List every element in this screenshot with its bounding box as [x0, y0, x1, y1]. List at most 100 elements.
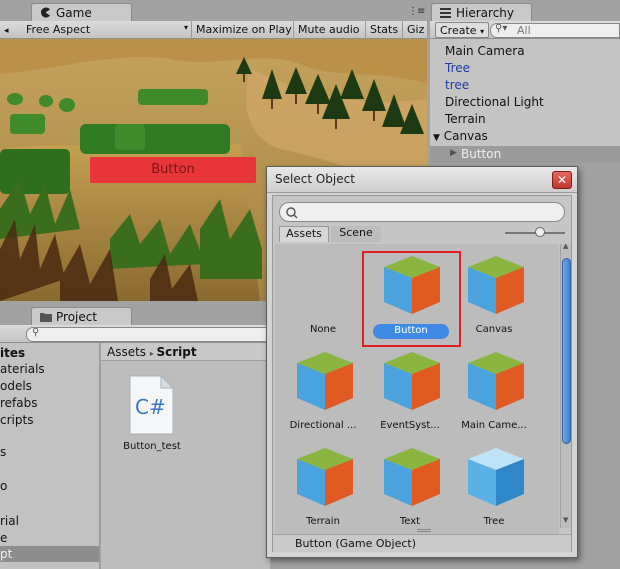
- project-tab-label: Project: [56, 310, 98, 324]
- breadcrumb-assets[interactable]: Assets: [107, 345, 146, 359]
- hierarchy-list: Main Camera Tree tree Directional Light …: [430, 39, 620, 163]
- game-panel-menu-icon[interactable]: ⋮≡: [408, 6, 425, 17]
- icon-size-slider[interactable]: [505, 227, 565, 237]
- asset-file-name: Button_test: [123, 441, 181, 452]
- hierarchy-item-main-camera[interactable]: Main Camera: [445, 44, 525, 58]
- dialog-body: Assets Scene None Button Canvas Directio…: [272, 195, 572, 552]
- hierarchy-item-button-label: Button: [461, 147, 502, 161]
- slider-thumb[interactable]: [535, 227, 545, 237]
- grid-item-label: Terrain: [306, 516, 340, 527]
- hierarchy-search-input[interactable]: ⚲▾ All: [490, 23, 620, 38]
- sidebar-item-script-selected[interactable]: pt: [0, 546, 99, 562]
- gameobject-cube-icon: [297, 448, 353, 506]
- dialog-status-bar: Button (Game Object): [273, 534, 571, 552]
- project-content: Assets ▸ Script C# Button_test: [101, 343, 270, 569]
- grid-item-text[interactable]: Text: [367, 444, 453, 534]
- sidebar-item-folder[interactable]: o: [0, 479, 7, 493]
- selected-object-status: Button (Game Object): [295, 537, 416, 550]
- hierarchy-item-canvas[interactable]: ▼ Canvas: [433, 129, 488, 143]
- stats-toggle[interactable]: Stats: [365, 21, 402, 39]
- create-dropdown[interactable]: Create ▾: [435, 22, 490, 38]
- gameobject-cube-icon: [384, 448, 440, 506]
- hierarchy-tab-label: Hierarchy: [456, 6, 515, 20]
- sidebar-item-materials[interactable]: aterials: [0, 362, 45, 376]
- grid-item-terrain[interactable]: Terrain: [280, 444, 366, 534]
- folder-icon: [40, 311, 52, 322]
- highlight-annotation: [362, 251, 461, 347]
- hierarchy-item-terrain[interactable]: Terrain: [445, 112, 486, 126]
- grid-item-tree[interactable]: Tree: [451, 444, 537, 534]
- triangle-right-icon[interactable]: ▶: [450, 148, 457, 158]
- scrollbar-thumb[interactable]: [562, 258, 571, 444]
- dropdown-arrow-icon: ▾: [183, 23, 188, 32]
- dropdown-arrow-icon: ▾: [480, 27, 485, 36]
- create-dropdown-label: Create: [440, 24, 477, 37]
- scroll-up-icon[interactable]: ▲: [563, 242, 568, 250]
- gameobject-cube-icon: [468, 352, 524, 410]
- project-tab[interactable]: Project: [31, 307, 132, 325]
- game-tab[interactable]: Game: [31, 3, 132, 21]
- hierarchy-item-tree-prefab-2[interactable]: tree: [445, 78, 469, 92]
- search-icon: ⚲▾: [495, 23, 508, 34]
- sidebar-item-models[interactable]: odels: [0, 379, 32, 393]
- maximize-on-play-toggle[interactable]: Maximize on Play: [191, 21, 293, 39]
- gizmos-dropdown[interactable]: Giz: [402, 21, 427, 39]
- mute-audio-toggle[interactable]: Mute audio: [293, 21, 365, 39]
- sidebar-item-favorites[interactable]: ites: [0, 346, 25, 360]
- pacman-icon: [40, 7, 51, 18]
- hierarchy-item-tree-prefab[interactable]: Tree: [445, 61, 470, 75]
- grid-item-canvas[interactable]: Canvas: [451, 252, 537, 348]
- dialog-resize-handle[interactable]: [417, 529, 431, 532]
- grid-item-label: EventSyst...: [380, 420, 440, 431]
- close-button[interactable]: ✕: [552, 171, 572, 189]
- gameobject-cube-icon: [384, 352, 440, 410]
- scroll-down-icon[interactable]: ▼: [563, 516, 568, 524]
- gameobject-cube-icon: [297, 352, 353, 410]
- search-icon: [286, 207, 298, 219]
- hierarchy-item-button[interactable]: ▶ Button: [430, 146, 620, 163]
- game-toolbar: ◂ Free Aspect ▾ Maximize on Play Mute au…: [0, 21, 427, 39]
- hierarchy-toolbar: Create ▾ ⚲▾ All: [430, 21, 620, 39]
- sidebar-item-script-label: pt: [0, 547, 13, 561]
- sidebar-item-scene[interactable]: e: [0, 531, 7, 545]
- grid-item-main-camera[interactable]: Main Came...: [451, 348, 537, 444]
- sidebar-item-prefabs[interactable]: refabs: [0, 396, 38, 410]
- chevron-left-icon: ◂: [4, 26, 9, 36]
- project-search-input[interactable]: ⚲: [26, 327, 270, 342]
- game-tab-label: Game: [56, 6, 92, 20]
- grid-item-label: Tree: [483, 516, 505, 527]
- ui-button[interactable]: Button: [90, 157, 256, 183]
- breadcrumb: Assets ▸ Script: [101, 343, 270, 361]
- triangle-down-icon[interactable]: ▼: [433, 133, 440, 143]
- grid-item-label: Canvas: [475, 324, 513, 335]
- dialog-title: Select Object: [275, 172, 355, 186]
- project-sidebar: ites aterials odels refabs cripts s o ri…: [0, 343, 100, 569]
- dialog-titlebar[interactable]: Select Object ✕: [267, 167, 577, 193]
- gameobject-cube-icon: [468, 256, 524, 314]
- grid-item-eventsystem[interactable]: EventSyst...: [367, 348, 453, 444]
- list-icon: [440, 7, 451, 18]
- aspect-dropdown-label: Free Aspect: [26, 23, 91, 36]
- prefab-cube-icon: [468, 448, 524, 506]
- sidebar-item-assets[interactable]: s: [0, 445, 6, 459]
- sidebar-item-scripts[interactable]: cripts: [0, 413, 33, 427]
- close-icon: ✕: [556, 173, 568, 187]
- breadcrumb-script[interactable]: Script: [156, 345, 196, 359]
- aspect-dropdown[interactable]: ◂ Free Aspect ▾: [0, 21, 191, 39]
- hierarchy-search-placeholder: All: [517, 24, 531, 37]
- grid-item-directional-light[interactable]: Directional ...: [280, 348, 366, 444]
- grid-item-label: None: [309, 324, 337, 335]
- grid-item-none[interactable]: None: [280, 252, 366, 348]
- hierarchy-item-directional-light[interactable]: Directional Light: [445, 95, 544, 109]
- sidebar-item-material[interactable]: rial: [0, 514, 19, 528]
- dialog-search-input[interactable]: [279, 202, 565, 222]
- tab-assets[interactable]: Assets: [279, 226, 329, 242]
- grid-item-label: Text: [399, 516, 421, 527]
- grid-item-label: Directional ...: [289, 420, 357, 431]
- asset-button-test-script[interactable]: C# Button_test: [113, 375, 183, 455]
- grid-item-label: Main Came...: [461, 420, 527, 431]
- grid-scrollbar[interactable]: ▲ ▼: [560, 242, 571, 528]
- hierarchy-tab[interactable]: Hierarchy: [431, 3, 532, 21]
- tab-scene[interactable]: Scene: [331, 226, 381, 242]
- hierarchy-item-canvas-label: Canvas: [443, 129, 488, 143]
